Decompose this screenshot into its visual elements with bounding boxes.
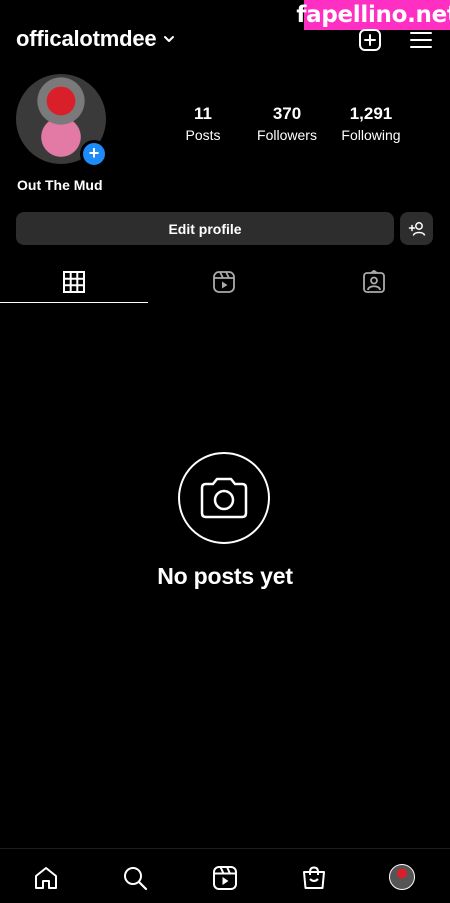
username: officalotmdee (16, 26, 157, 51)
active-tab-indicator (0, 302, 148, 303)
add-story-badge[interactable]: + (80, 140, 108, 168)
followers-count: 370 (272, 104, 302, 123)
camera-icon (200, 477, 248, 519)
search-icon[interactable] (122, 865, 148, 891)
profile-tab-avatar[interactable] (389, 864, 415, 890)
bottom-navigation (0, 848, 450, 903)
username-switcher[interactable]: officalotmdee (16, 26, 176, 52)
tagged-icon[interactable] (362, 270, 386, 294)
posts-label: Posts (185, 127, 221, 143)
add-post-icon[interactable] (358, 28, 382, 52)
followers-label: Followers (257, 127, 317, 143)
reels-icon[interactable] (212, 865, 238, 891)
stat-followers[interactable]: 370 Followers (252, 104, 322, 143)
stat-following[interactable]: 1,291 Following (336, 104, 406, 143)
display-name: Out The Mud (17, 177, 103, 193)
stat-posts[interactable]: 11 Posts (178, 104, 228, 143)
posts-count: 11 (194, 104, 212, 123)
empty-state-camera (178, 452, 270, 544)
home-icon[interactable] (33, 865, 59, 891)
shop-icon[interactable] (301, 865, 327, 891)
add-person-icon (408, 221, 425, 236)
following-label: Following (341, 127, 401, 143)
watermark: fapellino.net (296, 0, 450, 30)
watermark-text: fapellino.net (296, 2, 450, 28)
discover-people-button[interactable] (400, 212, 433, 245)
no-posts-message: No posts yet (157, 563, 293, 589)
following-count: 1,291 (349, 104, 393, 123)
edit-profile-button[interactable]: Edit profile (16, 212, 394, 245)
grid-icon[interactable] (62, 270, 86, 294)
menu-icon[interactable] (409, 28, 433, 52)
reels-tab-icon[interactable] (212, 270, 236, 294)
chevron-down-icon (164, 36, 175, 42)
profile-avatar[interactable]: + (16, 74, 108, 168)
